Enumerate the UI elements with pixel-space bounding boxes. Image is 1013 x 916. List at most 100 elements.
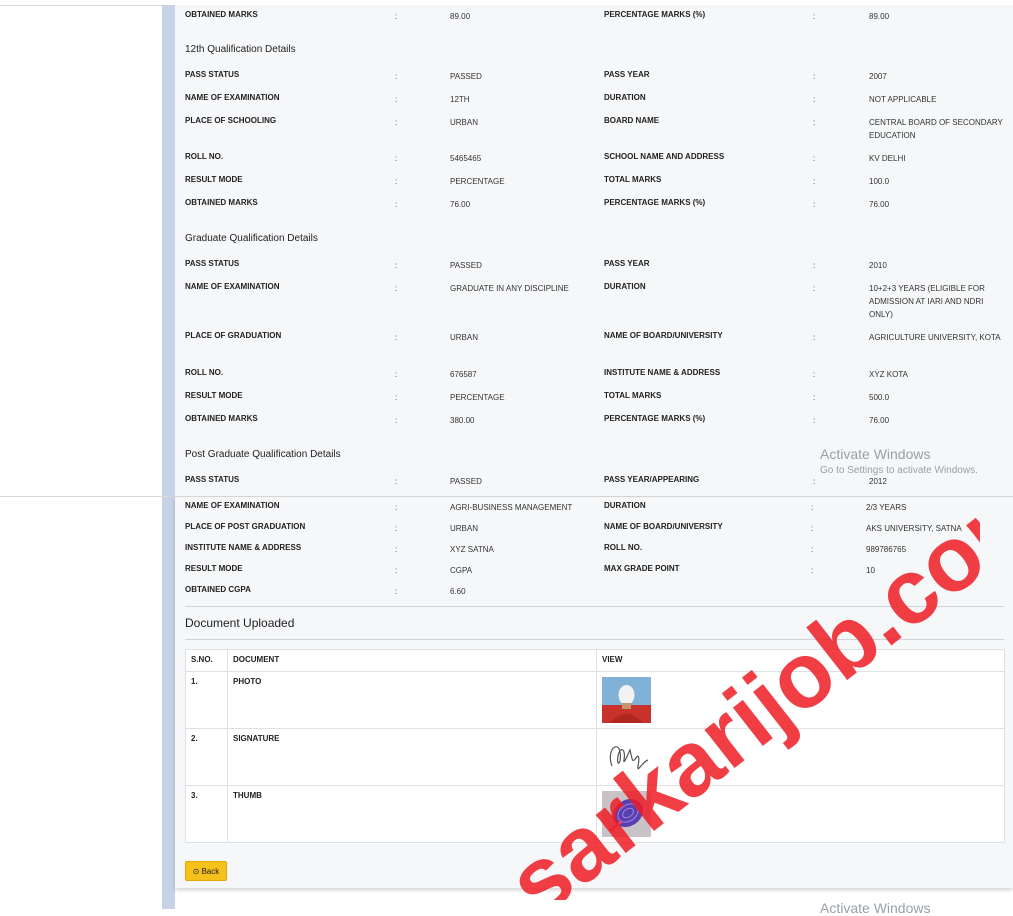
field-label: BOARD NAME (604, 116, 660, 125)
field-colon: : (395, 118, 398, 127)
field-label: RESULT MODE (185, 391, 243, 400)
field-colon: : (811, 545, 814, 554)
field-colon: : (395, 95, 398, 104)
field-label: OBTAINED MARKS (185, 198, 258, 207)
thumbprint-thumbnail[interactable] (602, 791, 651, 837)
field-label: PLACE OF GRADUATION (185, 331, 282, 340)
field-label: PASS STATUS (185, 70, 240, 79)
section-title-12th: 12th Qualification Details (185, 44, 296, 55)
field-value: 500.0 (869, 393, 890, 402)
field-colon: : (395, 154, 398, 163)
field-colon: : (813, 12, 816, 21)
field-label: PERCENTAGE MARKS (%) (604, 414, 706, 423)
field-label: ROLL NO. (185, 152, 224, 161)
field-colon: : (813, 177, 816, 186)
back-button[interactable]: ⊙ Back (185, 861, 227, 881)
field-value: PERCENTAGE (450, 393, 505, 402)
field-colon: : (813, 370, 816, 379)
field-label: NAME OF BOARD/UNIVERSITY (604, 522, 723, 531)
field-label: ROLL NO. (604, 543, 643, 552)
field-value: 10 (866, 566, 875, 575)
field-colon: : (813, 261, 816, 270)
field-colon: : (811, 524, 814, 533)
field-label: TOTAL MARKS (604, 175, 662, 184)
field-label: NAME OF BOARD/UNIVERSITY (604, 331, 723, 340)
field-label: OBTAINED CGPA (185, 585, 251, 594)
field-value: XYZ KOTA (869, 370, 908, 379)
signature-view-cell (596, 728, 1005, 786)
field-label: PERCENTAGE MARKS (%) (604, 10, 706, 19)
field-value: CENTRAL BOARD OF SECONDARY EDUCATION (869, 118, 1003, 140)
sidebar-strip-top (162, 5, 175, 496)
divider-bottom (185, 639, 1004, 640)
field-label: MAX GRADE POINT (604, 564, 680, 573)
field-colon: : (395, 587, 398, 596)
sidebar-strip-bottom (162, 497, 175, 909)
row-document: PHOTO (227, 671, 597, 729)
field-label: PERCENTAGE MARKS (%) (604, 198, 706, 207)
field-label: ROLL NO. (185, 368, 224, 377)
back-arrow-icon: ⊙ (192, 866, 200, 876)
row-sno: 2. (185, 728, 228, 786)
field-colon: : (395, 566, 398, 575)
field-colon: : (811, 566, 814, 575)
section-title-graduate: Graduate Qualification Details (185, 233, 318, 244)
field-label: PASS STATUS (185, 475, 240, 484)
field-value: 6.60 (450, 587, 466, 596)
field-label: PLACE OF SCHOOLING (185, 116, 277, 125)
field-value: PASSED (450, 477, 482, 486)
field-colon: : (813, 416, 816, 425)
field-label: OBTAINED MARKS (185, 414, 258, 423)
field-value: 12TH (450, 95, 470, 104)
field-value: XYZ SATNA (450, 545, 494, 554)
row-document: THUMB (227, 785, 597, 843)
signature-thumbnail[interactable] (602, 734, 651, 780)
field-colon: : (395, 333, 398, 342)
field-colon: : (395, 177, 398, 186)
field-colon: : (813, 72, 816, 81)
field-value: 76.00 (450, 200, 471, 209)
field-value: URBAN (450, 524, 479, 533)
windows-activation-notice: Activate Windows Go to Settings to activ… (820, 446, 978, 476)
field-value: GRADUATE IN ANY DISCIPLINE (450, 284, 569, 293)
field-colon: : (395, 12, 398, 21)
thumb-view-cell (596, 785, 1005, 843)
field-value: 76.00 (869, 416, 890, 425)
activation-subtitle: Go to Settings to activate Windows. (820, 465, 978, 476)
table-row: 3. THUMB (185, 785, 1005, 843)
field-value: AGRICULTURE UNIVERSITY, KOTA (869, 333, 1001, 342)
field-colon: : (395, 524, 398, 533)
activation-title: Activate Windows (820, 446, 931, 462)
field-value: 5465465 (450, 154, 482, 163)
field-colon: : (811, 503, 814, 512)
field-value: URBAN (450, 118, 479, 127)
field-colon: : (395, 200, 398, 209)
field-value: 2007 (869, 72, 887, 81)
field-value: URBAN (450, 333, 479, 342)
field-label: DURATION (604, 282, 646, 291)
field-value: PERCENTAGE (450, 177, 505, 186)
field-value: 10+2+3 YEARS (ELIGIBLE FOR ADMISSION AT … (869, 284, 985, 319)
field-label: DURATION (604, 501, 646, 510)
field-colon: : (395, 284, 398, 293)
field-label: PASS YEAR/APPEARING (604, 475, 700, 484)
field-colon: : (395, 261, 398, 270)
header-view: VIEW (596, 649, 1005, 672)
documents-title: Document Uploaded (185, 616, 295, 630)
field-value: 989786765 (866, 545, 907, 554)
field-colon: : (395, 503, 398, 512)
field-label: NAME OF EXAMINATION (185, 93, 280, 102)
back-button-label: Back (201, 866, 220, 876)
field-value: PASSED (450, 72, 482, 81)
field-label: DURATION (604, 93, 646, 102)
section-title-post-graduate: Post Graduate Qualification Details (185, 449, 341, 460)
photo-thumbnail[interactable] (602, 677, 651, 723)
field-label: RESULT MODE (185, 175, 243, 184)
field-colon: : (813, 333, 816, 342)
field-colon: : (395, 72, 398, 81)
field-value: AGRI-BUSINESS MANAGEMENT (450, 503, 573, 512)
field-label: NAME OF EXAMINATION (185, 501, 280, 510)
photo-view-cell (596, 671, 1005, 729)
field-value: 89.00 (869, 12, 890, 21)
field-colon: : (813, 393, 816, 402)
